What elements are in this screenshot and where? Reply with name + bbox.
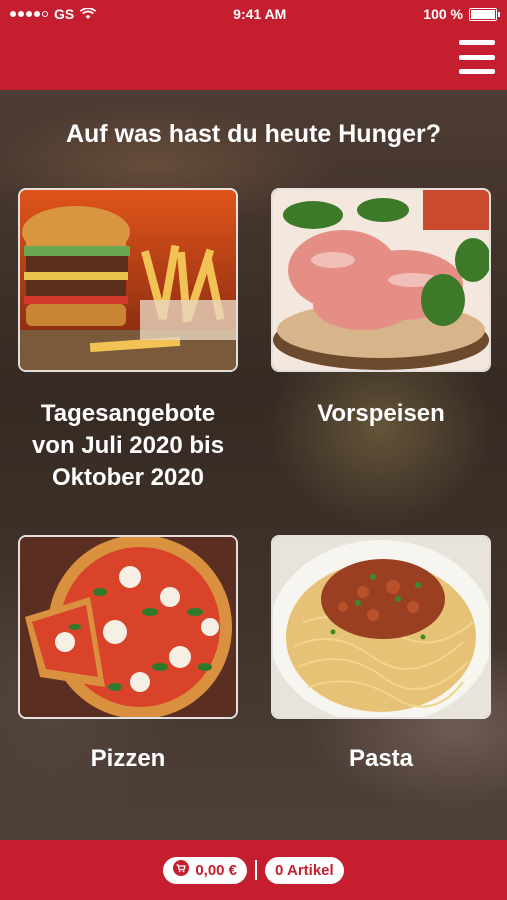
- cart-items-button[interactable]: 0 Artikel: [265, 856, 344, 884]
- status-time: 9:41 AM: [233, 6, 287, 22]
- footer-divider: [255, 860, 258, 880]
- signal-strength-icon: [10, 11, 48, 17]
- status-right: 100 %: [423, 6, 500, 22]
- app-header: [0, 28, 507, 90]
- prosciutto-plate-image: [271, 188, 491, 372]
- tile-label-vorspeisen: Vorspeisen: [317, 400, 445, 427]
- status-left: GS: [10, 6, 97, 22]
- cart-footer: 0,00 € 0 Artikel: [0, 840, 507, 900]
- wifi-icon: [80, 8, 97, 20]
- spaghetti-bolognese-image: [271, 535, 491, 719]
- tile-label-tagesangebote: Tagesangebote von Juli 2020 bis Oktober …: [31, 400, 225, 491]
- battery-icon: [468, 7, 500, 21]
- tile-label-pizzen: Pizzen: [90, 745, 166, 772]
- page-title: Auf was hast du heute Hunger?: [65, 120, 442, 148]
- category-tile-vorspeisen[interactable]: Vorspeisen: [271, 188, 491, 438]
- pizza-image: [18, 535, 238, 719]
- status-bar: GS 9:41 AM 100 %: [0, 0, 507, 28]
- hamburger-menu-icon[interactable]: [459, 40, 495, 74]
- carrier-name: GS: [54, 6, 75, 22]
- cart-total-button[interactable]: 0,00 €: [163, 856, 248, 884]
- category-tile-tagesangebote[interactable]: Tagesangebote von Juli 2020 bis Oktober …: [18, 188, 238, 528]
- category-tile-pizzen[interactable]: Pizzen: [18, 535, 238, 775]
- battery-percent: 100 %: [423, 6, 463, 22]
- cart-icon: [173, 860, 190, 880]
- cart-item-count: 0 Artikel: [275, 861, 334, 879]
- tile-label-pasta: Pasta: [348, 745, 414, 772]
- category-tile-pasta[interactable]: Pasta: [271, 535, 491, 775]
- cart-total: 0,00 €: [195, 861, 238, 879]
- burger-fries-image: [18, 188, 238, 372]
